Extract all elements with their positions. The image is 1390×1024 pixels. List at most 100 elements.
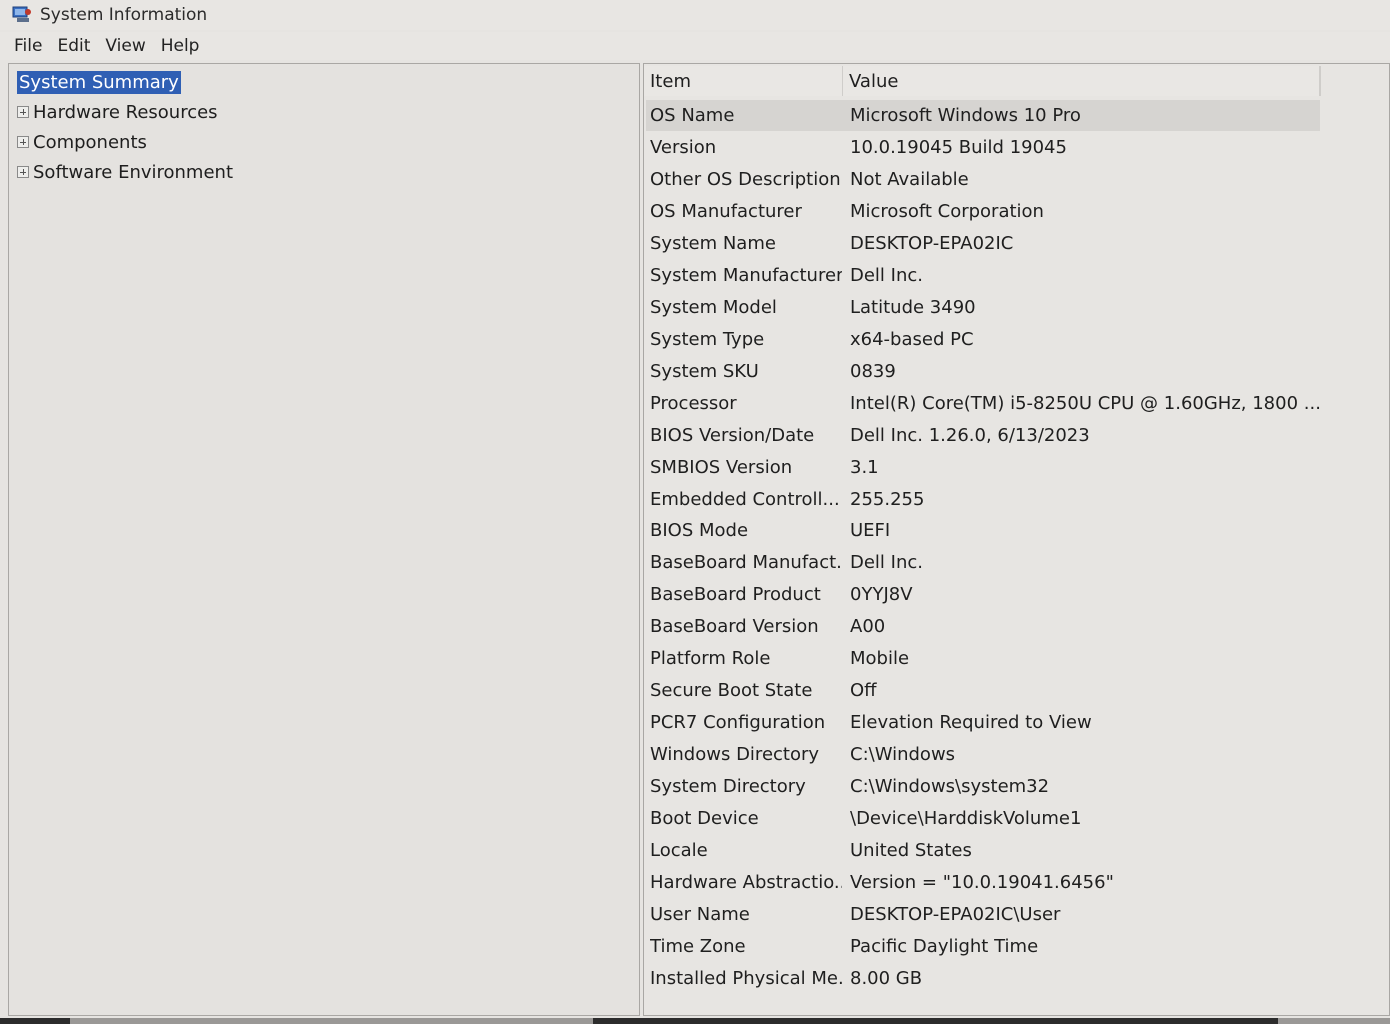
tree-item-components[interactable]: Components xyxy=(17,128,147,156)
tree-item-hardware-resources[interactable]: Hardware Resources xyxy=(17,98,218,126)
edge-highlight xyxy=(1278,1018,1390,1024)
row-value-cell: Microsoft Windows 10 Pro xyxy=(850,105,1081,126)
tree-item-label: System Summary xyxy=(17,70,181,94)
plus-box-icon[interactable] xyxy=(17,166,29,178)
table-row[interactable]: Hardware Abstractio... Version = "10.0.19… xyxy=(646,867,1320,898)
table-row[interactable]: Other OS Description Not Available xyxy=(646,164,1320,195)
category-tree[interactable]: System Summary Hardware Resources Compon… xyxy=(8,63,640,1016)
table-row[interactable]: Windows Directory C:\Windows xyxy=(646,739,1320,770)
row-item-cell: Embedded Controll... xyxy=(650,488,840,510)
plus-box-icon[interactable] xyxy=(17,106,29,118)
row-item-cell: User Name xyxy=(650,904,750,925)
row-value-cell: United States xyxy=(850,840,972,862)
table-row[interactable]: OS Name Microsoft Windows 10 Pro xyxy=(646,100,1320,131)
table-row[interactable]: System Directory C:\Windows\system32 xyxy=(646,771,1320,802)
row-value-cell: 255.255 xyxy=(850,488,925,510)
row-item-cell: System Manufacturer xyxy=(650,264,842,286)
tree-item-software-environment[interactable]: Software Environment xyxy=(17,158,233,186)
table-row[interactable]: Installed Physical Me... 8.00 GB xyxy=(646,963,1320,994)
row-item-cell: BaseBoard Manufact... xyxy=(650,552,842,574)
row-value-cell: 3.1 xyxy=(850,456,879,478)
row-value-cell: 0YYJ8V xyxy=(850,584,913,606)
row-value-cell: Not Available xyxy=(850,168,969,190)
table-row[interactable]: System Manufacturer Dell Inc. xyxy=(646,260,1320,291)
row-item-cell: System Name xyxy=(650,232,776,254)
row-value-cell: C:\Windows xyxy=(850,744,956,766)
column-divider xyxy=(1320,66,1321,96)
table-row[interactable]: User Name DESKTOP-EPA02IC\User xyxy=(646,899,1320,930)
table-row[interactable]: BIOS Version/Date Dell Inc. 1.26.0, 6/13/… xyxy=(646,420,1320,451)
row-item-cell: Version xyxy=(650,136,717,158)
plus-box-icon[interactable] xyxy=(17,136,29,148)
row-item-cell: BIOS Version/Date xyxy=(650,424,815,446)
row-value-cell: Intel(R) Core(TM) i5-8250U CPU @ 1.60GHz… xyxy=(850,392,1320,414)
table-row[interactable]: Version 10.0.19045 Build 19045 xyxy=(646,132,1320,163)
row-item-cell: Boot Device xyxy=(650,808,759,830)
row-value-cell: x64-based PC xyxy=(850,328,974,350)
table-row[interactable]: OS Manufacturer Microsoft Corporation xyxy=(646,196,1320,227)
row-item-cell: OS Manufacturer xyxy=(650,200,802,222)
row-item-cell: Processor xyxy=(650,392,737,414)
row-item-cell: PCR7 Configuration xyxy=(650,712,826,734)
edge-highlight xyxy=(70,1018,593,1024)
bottom-edge xyxy=(0,1018,1390,1024)
row-item-cell: Locale xyxy=(650,840,708,862)
menu-help[interactable]: Help xyxy=(161,36,200,56)
row-item-cell: System Type xyxy=(650,328,765,350)
row-value-cell: Pacific Daylight Time xyxy=(850,935,1039,957)
row-value-cell: Version = "10.0.19041.6456" xyxy=(850,872,1114,894)
row-item-cell: BaseBoard Version xyxy=(650,616,819,638)
table-row[interactable]: SMBIOS Version 3.1 xyxy=(646,452,1320,483)
row-value-cell: C:\Windows\system32 xyxy=(850,776,1050,798)
row-value-cell: Mobile xyxy=(850,648,910,670)
row-item-cell: Platform Role xyxy=(650,648,771,670)
menu-edit[interactable]: Edit xyxy=(57,36,90,56)
row-value-cell: Dell Inc. xyxy=(850,264,923,286)
table-row[interactable]: Processor Intel(R) Core(TM) i5-8250U CPU … xyxy=(646,388,1320,419)
table-row[interactable]: System Type x64-based PC xyxy=(646,324,1320,355)
table-row[interactable]: PCR7 Configuration Elevation Required to … xyxy=(646,707,1320,738)
row-item-cell: BIOS Mode xyxy=(650,520,749,542)
window-title: System Information xyxy=(40,5,208,25)
column-header-item[interactable]: Item xyxy=(644,66,843,96)
table-row[interactable]: BaseBoard Manufact... Dell Inc. xyxy=(646,547,1320,578)
row-value-cell: 10.0.19045 Build 19045 xyxy=(850,136,1067,158)
table-row[interactable]: Platform Role Mobile xyxy=(646,643,1320,674)
table-row[interactable]: Embedded Controll... 255.255 xyxy=(646,484,1320,515)
row-value-cell: UEFI xyxy=(850,520,891,542)
row-value-cell: 8.00 GB xyxy=(850,967,923,989)
row-item-cell: Secure Boot State xyxy=(650,680,813,702)
row-item-cell: Other OS Description xyxy=(650,168,841,190)
table-row[interactable]: Boot Device \Device\HarddiskVolume1 xyxy=(646,803,1320,834)
row-value-cell: Elevation Required to View xyxy=(850,712,1092,734)
menu-file[interactable]: File xyxy=(14,36,42,56)
table-row[interactable]: System Model Latitude 3490 xyxy=(646,292,1320,323)
row-item-cell: Hardware Abstractio... xyxy=(650,872,842,894)
row-item-cell: BaseBoard Product xyxy=(650,584,821,606)
row-item-cell: OS Name xyxy=(650,105,735,126)
row-value-cell: DESKTOP-EPA02IC xyxy=(850,232,1014,254)
table-row[interactable]: BIOS Mode UEFI xyxy=(646,515,1320,546)
table-row[interactable]: Locale United States xyxy=(646,835,1320,866)
row-value-cell: Off xyxy=(850,680,877,702)
row-item-cell: System Model xyxy=(650,296,777,318)
tree-item-system-summary[interactable]: System Summary xyxy=(17,68,181,96)
row-value-cell: Dell Inc. 1.26.0, 6/13/2023 xyxy=(850,424,1090,446)
row-value-cell: \Device\HarddiskVolume1 xyxy=(850,808,1082,830)
tree-item-label: Software Environment xyxy=(33,161,234,183)
row-value-cell: Latitude 3490 xyxy=(850,296,976,318)
column-header-value[interactable]: Value xyxy=(843,66,1320,96)
title-bar[interactable]: System Information xyxy=(0,0,1390,30)
row-item-cell: System Directory xyxy=(650,776,806,798)
table-row[interactable]: Time Zone Pacific Daylight Time xyxy=(646,931,1320,962)
table-row[interactable]: System Name DESKTOP-EPA02IC xyxy=(646,228,1320,259)
table-row[interactable]: BaseBoard Product 0YYJ8V xyxy=(646,579,1320,610)
table-row[interactable]: System SKU 0839 xyxy=(646,356,1320,387)
menu-view[interactable]: View xyxy=(105,36,145,56)
table-row[interactable]: BaseBoard Version A00 xyxy=(646,611,1320,642)
menu-bar: File Edit View Help xyxy=(0,32,1390,60)
table-row[interactable]: Secure Boot State Off xyxy=(646,675,1320,706)
row-item-cell: Windows Directory xyxy=(650,744,820,766)
tree-item-label: Components xyxy=(33,131,147,153)
details-list[interactable]: Item Value OS Name Microsoft Windows 10 P… xyxy=(643,63,1390,1016)
